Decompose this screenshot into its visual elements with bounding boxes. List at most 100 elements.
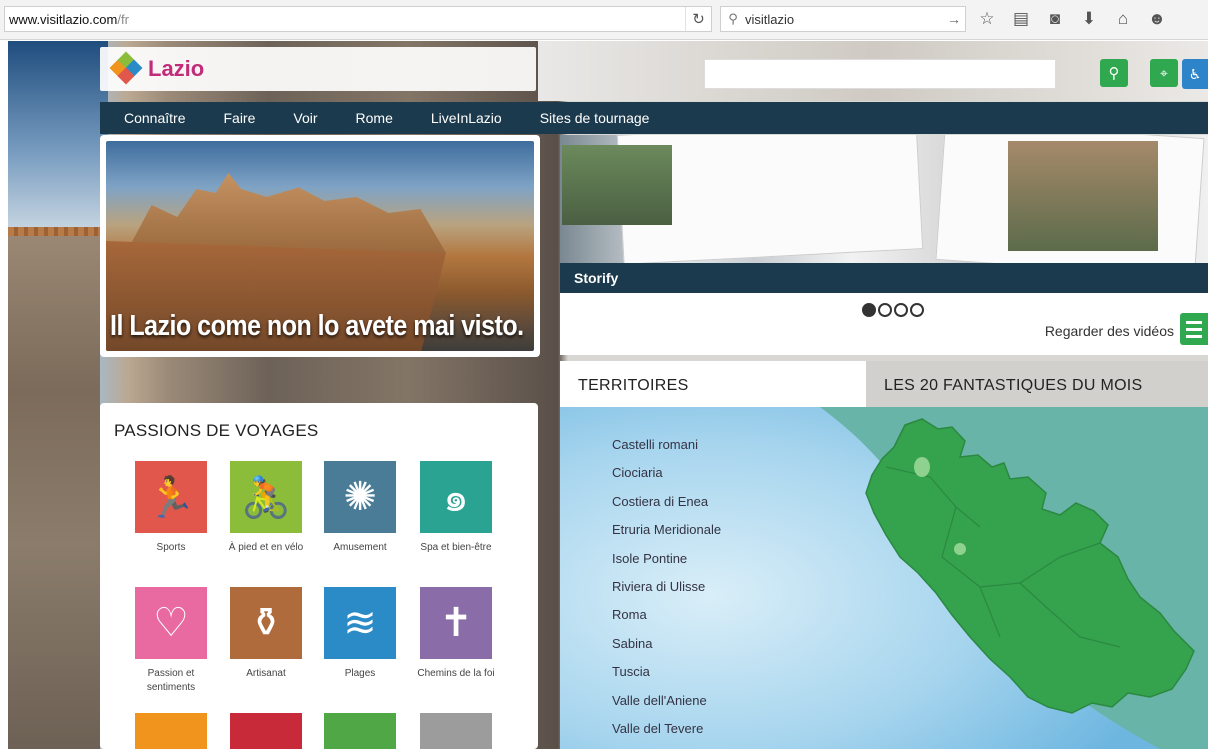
passion-faith[interactable]: ✝ Chemins de la foi [411,587,501,681]
territory-link[interactable]: Sabina [612,630,721,658]
carousel-dot-1[interactable] [862,303,876,317]
reader-icon[interactable]: ▤ [1004,6,1038,32]
carousel-dots [862,303,926,317]
search-icon: ⚲ [1108,65,1120,82]
passion-label: Passion et sentiments [146,668,196,693]
hero-banner[interactable]: Il Lazio come non lo avete mai visto. [100,135,540,357]
passion-label: Plages [344,668,376,679]
sun-gear-icon: ✺ [324,461,396,533]
carousel-photo-1 [562,145,672,225]
spiral-stones-icon: ๑ [420,461,492,533]
passion-tile-10[interactable] [221,713,311,749]
cross-icon: ✝ [420,587,492,659]
passion-tile-9[interactable] [126,713,216,749]
lake-bolsena [914,457,930,477]
tab-territoires[interactable]: TERRITOIRES [560,361,866,407]
nav-item-voir[interactable]: Voir [274,110,336,126]
territory-link[interactable]: Valle del Tevere [612,715,721,743]
passion-amusement[interactable]: ✺ Amusement [315,461,405,555]
accessibility-icon: ♿ [1188,65,1202,82]
territory-link[interactable]: Riviera di Ulisse [612,573,721,601]
heart-spiral-icon: ♡ [135,587,207,659]
site-search-input[interactable] [704,59,1056,89]
tab-20-fantastiques[interactable]: LES 20 FANTASTIQUES DU MOIS [866,361,1208,407]
carousel-dot-3[interactable] [894,303,908,317]
background-sky [8,41,108,231]
reload-icon[interactable]: ↻ [685,7,711,31]
runner-icon: 🏃 [135,461,207,533]
videos-link[interactable]: Regarder des vidéos [1045,323,1174,339]
logo-text: Lazio [148,56,205,81]
browser-search-query[interactable]: visitlazio [745,12,943,27]
search-icon: ⚲ [728,11,738,26]
pocket-icon[interactable]: ◙ [1038,6,1072,32]
lake-bracciano [954,543,966,555]
passion-label: Chemins de la foi [417,668,495,679]
hiker-cyclist-icon: 🚴 [230,461,302,533]
castle-icon [420,713,492,749]
territory-link[interactable]: Isole Pontine [612,545,721,573]
vase-icon: ⚱ [230,587,302,659]
passion-tile-11[interactable] [315,713,405,749]
address-bar[interactable]: www.visitlazio.com/fr ↻ [4,6,712,32]
passion-tile-12[interactable] [411,713,501,749]
menu-icon-bar [1186,320,1202,324]
chat-icon[interactable]: ☻ [1140,6,1174,32]
passion-romance[interactable]: ♡ Passion et sentiments [126,587,216,694]
passion-spa[interactable]: ๑ Spa et bien-être [411,461,501,555]
passion-label: À pied et en vélo [228,542,304,553]
waves-icon: ≋ [324,587,396,659]
tile-green-icon [324,713,396,749]
tile-red-icon [230,713,302,749]
territory-link[interactable]: Valle dell'Aniene [612,687,721,715]
nav-item-connaitre[interactable]: Connaître [100,110,204,126]
nav-item-sites-de-tournage[interactable]: Sites de tournage [521,110,669,126]
url-path: /fr [117,11,129,27]
carousel-caption[interactable]: Storify [560,263,1208,293]
accessibility-button[interactable]: ♿ [1182,59,1208,89]
tile-orange-icon [135,713,207,749]
logo-mark-icon [109,51,144,86]
logo[interactable]: Lazio [100,47,536,91]
carousel-photo-2 [1008,141,1158,251]
nav-item-rome[interactable]: Rome [337,110,412,126]
territory-link[interactable]: Etruria Meridionale [612,516,721,544]
passion-crafts[interactable]: ⚱ Artisanat [221,587,311,681]
nav-item-faire[interactable]: Faire [204,110,274,126]
videos-menu-button[interactable] [1180,313,1208,345]
territory-link[interactable]: Roma [612,601,721,629]
passion-label: Amusement [333,542,387,553]
carousel-dot-4[interactable] [910,303,924,317]
web-page: Lazio ⚲ ⌖ ♿ Connaître Faire Voir Rome Li… [8,41,1208,749]
passion-hiking-cycling[interactable]: 🚴 À pied et en vélo [221,461,311,555]
passion-sports[interactable]: 🏃 Sports [126,461,216,555]
menu-icon-bar [1186,327,1202,331]
url-text[interactable]: www.visitlazio.com/fr [5,12,685,27]
territory-map: Castelli romani Ciociaria Costiera di En… [560,407,1208,749]
browser-toolbar: www.visitlazio.com/fr ↻ ⚲ visitlazio → ☆… [0,0,1208,40]
territory-link[interactable]: Tuscia [612,658,721,686]
passion-label: Artisanat [246,668,286,679]
download-icon[interactable]: ⬇ [1072,6,1106,32]
carousel-dot-2[interactable] [878,303,892,317]
search-button[interactable]: ⚲ [1100,59,1128,87]
territory-tabs: TERRITOIRES LES 20 FANTASTIQUES DU MOIS [560,361,1208,407]
passion-label: Sports [156,542,186,553]
carousel-controls: Regarder des vidéos [560,293,1208,355]
map-icon: ⌖ [1160,64,1168,81]
nav-item-liveinlazio[interactable]: LiveInLazio [412,110,521,126]
passion-label: Spa et bien-être [420,542,492,553]
url-host: www.visitlazio.com [9,11,118,27]
hero-caption: Il Lazio come non lo avete mai visto. [110,309,524,342]
passion-beaches[interactable]: ≋ Plages [315,587,405,681]
home-icon[interactable]: ⌂ [1106,6,1140,32]
territory-link[interactable]: Ciociaria [612,459,721,487]
star-icon[interactable]: ☆ [970,6,1004,32]
passions-title: PASSIONS DE VOYAGES [114,421,319,440]
territory-link[interactable]: Castelli romani [612,431,721,459]
arrow-right-icon[interactable]: → [943,11,965,27]
browser-search-box[interactable]: ⚲ visitlazio → [720,6,966,32]
territory-link[interactable]: Costiera di Enea [612,488,721,516]
main-nav: Connaître Faire Voir Rome LiveInLazio Si… [100,102,1208,134]
map-button[interactable]: ⌖ [1150,59,1178,87]
